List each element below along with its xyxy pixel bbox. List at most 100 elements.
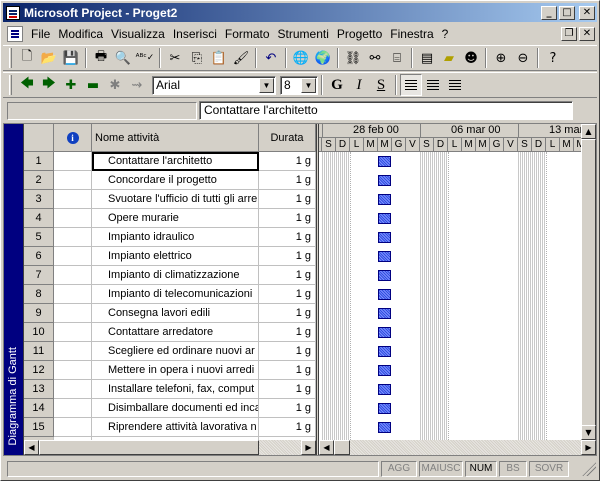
document-menu-icon[interactable] — [7, 26, 23, 42]
insert-hyperlink-icon[interactable]: 🌐 — [290, 47, 312, 69]
new-icon[interactable]: 🗋 — [16, 47, 38, 69]
task-name-cell[interactable]: Svuotare l'ufficio di tutti gli arre — [92, 190, 259, 209]
scroll-down-icon[interactable]: ▼ — [581, 425, 596, 440]
task-name-cell[interactable]: Impianto elettrico — [92, 247, 259, 266]
task-bar[interactable] — [378, 175, 391, 186]
help-icon[interactable]: ? — [542, 47, 564, 69]
task-duration-cell[interactable]: 1 g — [259, 380, 316, 399]
align-right-button[interactable] — [444, 74, 466, 96]
entry-field[interactable]: Contattare l'architetto — [199, 101, 573, 120]
task-name-cell[interactable]: Disimballare documenti ed inca — [92, 399, 259, 418]
task-duration-cell[interactable]: 1 g — [259, 304, 316, 323]
open-icon[interactable]: 📂 — [38, 47, 60, 69]
toolbar-grip[interactable] — [9, 75, 12, 95]
title-bar[interactable]: Microsoft Project - Proget2 _ □ ✕ — [3, 3, 597, 22]
task-name-cell[interactable]: Scegliere ed ordinare nuovi ar — [92, 342, 259, 361]
align-center-button[interactable] — [422, 74, 444, 96]
italic-button[interactable]: I — [348, 74, 370, 96]
spelling-icon[interactable]: ᴬᴮᶜ✓ — [134, 47, 156, 69]
align-left-button[interactable] — [400, 74, 422, 96]
column-header-info[interactable]: i — [54, 124, 92, 152]
task-notes-icon[interactable]: ▰ — [438, 47, 460, 69]
row-header[interactable]: 9 — [24, 304, 54, 323]
table-scroll-thumb[interactable] — [39, 440, 259, 455]
info-cell[interactable] — [54, 228, 92, 247]
outdent-icon[interactable]: 🡄 — [16, 74, 38, 96]
toolbar-grip[interactable] — [9, 48, 12, 68]
task-duration-cell[interactable]: 1 g — [259, 342, 316, 361]
row-header[interactable]: 13 — [24, 380, 54, 399]
task-duration-cell[interactable]: 1 g — [259, 266, 316, 285]
info-cell[interactable] — [54, 342, 92, 361]
info-cell[interactable] — [54, 361, 92, 380]
info-cell[interactable] — [54, 399, 92, 418]
task-name-cell[interactable]: Riprendere attività lavorativa n — [92, 418, 259, 437]
gantt-horizontal-scrollbar[interactable]: ◀ ▶ — [319, 440, 596, 455]
info-cell[interactable] — [54, 380, 92, 399]
copy-icon[interactable]: ⎘ — [186, 47, 208, 69]
info-cell[interactable] — [54, 247, 92, 266]
task-duration-cell[interactable]: 1 g — [259, 190, 316, 209]
print-preview-icon[interactable]: 🔍 — [112, 47, 134, 69]
task-duration-cell[interactable]: 1 g — [259, 171, 316, 190]
maximize-button[interactable]: □ — [559, 5, 575, 20]
document-restore-button[interactable]: ❐ — [561, 27, 577, 41]
task-duration-cell[interactable]: 1 g — [259, 247, 316, 266]
row-header[interactable]: 2 — [24, 171, 54, 190]
bold-button[interactable]: G — [326, 74, 348, 96]
scroll-right-icon[interactable]: ▶ — [581, 440, 596, 455]
column-header-name[interactable]: Nome attività — [92, 124, 259, 152]
font-name-combo[interactable]: Arial ▼ — [152, 75, 276, 95]
task-name-cell[interactable]: Impianto idraulico — [92, 228, 259, 247]
indent-icon[interactable]: 🡆 — [38, 74, 60, 96]
vertical-scrollbar[interactable]: ▲ ▼ — [581, 124, 596, 440]
menu-modifica[interactable]: Modifica — [54, 27, 107, 41]
row-header[interactable]: 12 — [24, 361, 54, 380]
info-cell[interactable] — [54, 171, 92, 190]
show-all-icon[interactable]: ✱ — [104, 74, 126, 96]
row-header[interactable]: 10 — [24, 323, 54, 342]
task-duration-cell[interactable]: 1 g — [259, 323, 316, 342]
task-duration-cell[interactable]: 1 g — [259, 399, 316, 418]
row-header[interactable]: 6 — [24, 247, 54, 266]
zoom-out-icon[interactable]: ⊖ — [512, 47, 534, 69]
scroll-left-icon[interactable]: ◀ — [319, 440, 334, 455]
task-name-cell[interactable]: Contattare arredatore — [92, 323, 259, 342]
resize-grip-icon[interactable] — [582, 462, 596, 476]
task-name-cell[interactable]: Consegna lavori edili — [92, 304, 259, 323]
info-cell[interactable] — [54, 209, 92, 228]
underline-button[interactable]: S — [370, 74, 392, 96]
task-bar[interactable] — [378, 403, 391, 414]
info-cell[interactable] — [54, 418, 92, 437]
view-bar[interactable]: Diagramma di Gantt — [4, 124, 24, 455]
scroll-up-icon[interactable]: ▲ — [581, 124, 596, 139]
task-bar[interactable] — [378, 346, 391, 357]
paste-icon[interactable]: 📋 — [208, 47, 230, 69]
chevron-down-icon[interactable]: ▼ — [301, 77, 316, 93]
menu-visualizza[interactable]: Visualizza — [107, 27, 169, 41]
task-bar[interactable] — [378, 422, 391, 433]
scroll-right-icon[interactable]: ▶ — [301, 440, 316, 455]
format-painter-icon[interactable]: 🖌 — [230, 47, 252, 69]
zoom-in-icon[interactable]: ⊕ — [490, 47, 512, 69]
menu-formato[interactable]: Formato — [221, 27, 274, 41]
scroll-left-icon[interactable]: ◀ — [24, 440, 39, 455]
minimize-button[interactable]: _ — [541, 5, 557, 20]
cut-icon[interactable]: ✂ — [164, 47, 186, 69]
row-header[interactable]: 4 — [24, 209, 54, 228]
task-bar[interactable] — [378, 213, 391, 224]
web-toolbar-icon[interactable]: 🌍 — [312, 47, 334, 69]
task-name-cell[interactable]: Impianto di climatizzazione — [92, 266, 259, 285]
table-horizontal-scrollbar[interactable]: ◀ ▶ — [24, 440, 316, 455]
info-cell[interactable] — [54, 190, 92, 209]
menu-file[interactable]: File — [27, 27, 54, 41]
undo-icon[interactable]: ↶ — [260, 47, 282, 69]
task-bar[interactable] — [378, 156, 391, 167]
task-bar[interactable] — [378, 251, 391, 262]
assign-resources-icon[interactable]: ☻ — [460, 47, 482, 69]
task-name-cell[interactable]: Concordare il progetto — [92, 171, 259, 190]
task-bar[interactable] — [378, 194, 391, 205]
row-header[interactable]: 14 — [24, 399, 54, 418]
task-bar[interactable] — [378, 327, 391, 338]
task-name-cell[interactable]: Installare telefoni, fax, comput — [92, 380, 259, 399]
